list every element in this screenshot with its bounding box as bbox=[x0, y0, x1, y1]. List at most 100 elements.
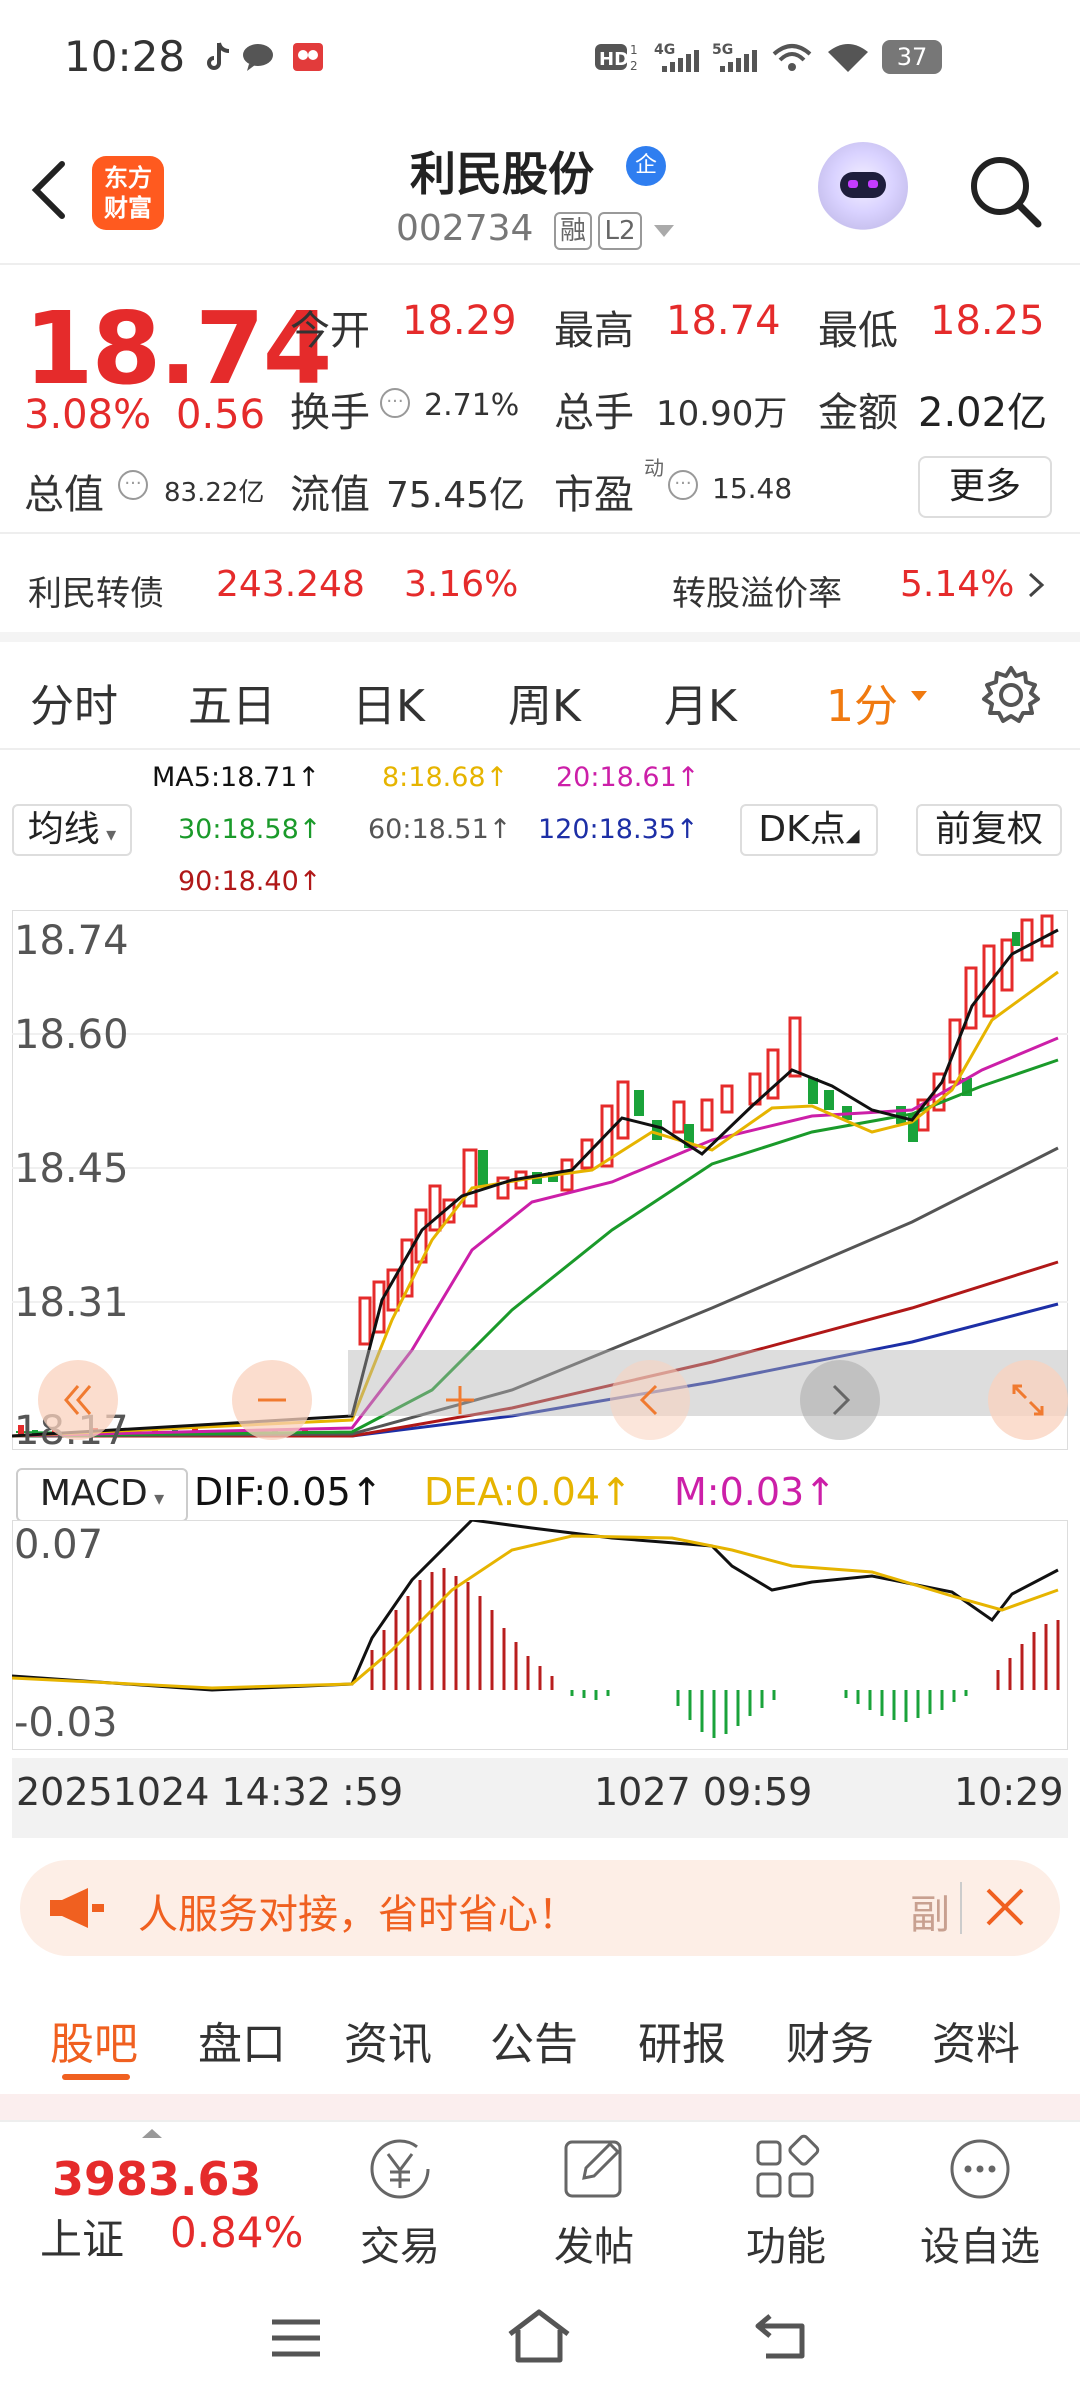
tab-research[interactable]: 研报 bbox=[638, 2008, 726, 2072]
status-bar: 10:28 HD 1 2 4G 5G 37 bbox=[0, 0, 1080, 120]
time-start-fragment: :59 bbox=[342, 1770, 404, 1814]
app-logo[interactable]: 东方 财富 bbox=[92, 156, 164, 230]
change-amount: 0.56 bbox=[176, 392, 266, 438]
price-axis-label: 18.45 bbox=[14, 1146, 129, 1192]
divider bbox=[0, 532, 1080, 534]
turnover-label: 换手 bbox=[290, 390, 370, 436]
info-icon[interactable]: ··· bbox=[118, 470, 148, 500]
market-cap-label: 总值 bbox=[24, 472, 104, 518]
yen-cycle-icon bbox=[370, 2139, 430, 2199]
svg-text:2: 2 bbox=[630, 59, 638, 73]
pe-superscript: 动 bbox=[644, 456, 664, 480]
kline-svg bbox=[11, 909, 1069, 1451]
signal-5g-icon: 5G bbox=[712, 40, 760, 74]
megaphone-icon bbox=[48, 1886, 108, 1934]
bond-price: 243.248 bbox=[216, 564, 365, 605]
promo-banner[interactable]: 人服务对接，省时省心！ 副 bbox=[20, 1860, 1060, 1956]
return-icon[interactable] bbox=[752, 2310, 812, 2368]
step-right-icon[interactable] bbox=[800, 1360, 880, 1440]
tab-profile[interactable]: 资料 bbox=[932, 2008, 1020, 2072]
zoom-in-icon[interactable] bbox=[420, 1360, 500, 1440]
tab-forum[interactable]: 股吧 bbox=[50, 2008, 138, 2072]
open-value: 18.29 bbox=[402, 298, 517, 344]
caret-down-icon bbox=[910, 688, 928, 707]
macd-dif: DIF:0.05↑ bbox=[194, 1470, 383, 1514]
home-icon[interactable] bbox=[504, 2306, 574, 2370]
dk-point-button[interactable]: DK点◢ bbox=[740, 804, 878, 856]
menu-icon[interactable] bbox=[268, 2314, 324, 2366]
tab-news[interactable]: 资讯 bbox=[344, 2008, 432, 2072]
amount-label: 金额 bbox=[818, 390, 898, 436]
premium-label: 转股溢价率 bbox=[672, 574, 842, 614]
close-icon[interactable] bbox=[982, 1884, 1028, 1934]
tab-daily-k[interactable]: 日K bbox=[352, 670, 425, 734]
post-button[interactable]: 发帖 bbox=[524, 2134, 664, 2272]
banner-divider bbox=[960, 1882, 962, 1934]
step-left-icon[interactable] bbox=[610, 1360, 690, 1440]
amount-value: 2.02亿 bbox=[918, 390, 1048, 436]
ma30-legend: 30:18.58↑ bbox=[178, 814, 322, 845]
pe-value: 15.48 bbox=[712, 472, 793, 505]
grid-icon bbox=[756, 2134, 820, 2198]
functions-button[interactable]: 功能 bbox=[716, 2134, 856, 2272]
more-dots-icon bbox=[950, 2139, 1010, 2199]
tab-finance[interactable]: 财务 bbox=[786, 2008, 874, 2072]
caret-up-icon bbox=[140, 2124, 164, 2143]
chevron-down-icon[interactable] bbox=[652, 222, 676, 244]
rewind-icon[interactable] bbox=[38, 1360, 118, 1440]
stock-header: 东方 财富 利民股份 企 002734 融 L2 bbox=[0, 120, 1080, 265]
tab-one-minute[interactable]: 1分 bbox=[826, 670, 898, 734]
content-tabs: 股吧 盘口 资讯 公告 研报 财务 资料 bbox=[0, 1980, 1080, 2090]
info-icon[interactable]: ··· bbox=[668, 470, 698, 500]
info-icon[interactable]: ··· bbox=[380, 388, 410, 418]
tab-order-book[interactable]: 盘口 bbox=[198, 2008, 286, 2072]
time-start: 20251024 14:32 bbox=[16, 1770, 332, 1814]
indicator-select[interactable]: 均线 ▾ bbox=[12, 804, 132, 856]
ma20-legend: 20:18.61↑ bbox=[556, 762, 700, 793]
price-axis-label: 18.31 bbox=[14, 1280, 129, 1326]
active-tab-indicator bbox=[62, 2074, 130, 2080]
more-button[interactable]: 更多 bbox=[918, 456, 1052, 518]
fullscreen-icon[interactable] bbox=[988, 1360, 1068, 1440]
search-icon[interactable] bbox=[966, 152, 1044, 230]
index-value[interactable]: 3983.63 bbox=[52, 2152, 262, 2206]
price-axis-label: 18.74 bbox=[14, 918, 129, 964]
wifi-icon bbox=[826, 40, 870, 74]
macd-svg bbox=[11, 1518, 1069, 1751]
float-cap-label: 流值 bbox=[290, 472, 370, 518]
macd-chart[interactable] bbox=[11, 1518, 1069, 1751]
macd-legend: MACD ▾ DIF:0.05↑ DEA:0.04↑ M:0.03↑ bbox=[12, 1460, 1068, 1528]
convertible-bond-row[interactable]: 利民转债 243.248 3.16% 转股溢价率 5.14% bbox=[0, 548, 1080, 632]
l2-tag: L2 bbox=[598, 212, 642, 250]
svg-text:5G: 5G bbox=[712, 42, 733, 58]
banner-tail: 副 bbox=[910, 1892, 950, 1938]
message-icon bbox=[240, 40, 276, 74]
macd-select[interactable]: MACD ▾ bbox=[16, 1468, 188, 1522]
feed-preview-strip bbox=[0, 2094, 1080, 2120]
tab-weekly-k[interactable]: 周K bbox=[508, 670, 581, 734]
volume-value: 10.90万 bbox=[656, 394, 788, 434]
trade-button[interactable]: 交易 bbox=[330, 2134, 470, 2272]
back-button[interactable] bbox=[24, 150, 84, 230]
adjust-select[interactable]: 前复权 bbox=[916, 804, 1062, 856]
float-cap-value: 75.45亿 bbox=[386, 475, 526, 516]
gear-icon[interactable] bbox=[980, 664, 1042, 730]
tab-monthly-k[interactable]: 月K bbox=[664, 670, 737, 734]
price-axis-label: 18.60 bbox=[14, 1012, 129, 1058]
add-watchlist-button[interactable]: 设自选 bbox=[910, 2134, 1050, 2272]
tiktok-icon bbox=[204, 40, 234, 74]
assistant-avatar[interactable] bbox=[818, 142, 908, 232]
svg-text:HD: HD bbox=[599, 49, 629, 70]
tab-intraday[interactable]: 分时 bbox=[30, 670, 118, 734]
system-nav-bar bbox=[0, 2270, 1080, 2400]
enterprise-badge: 企 bbox=[626, 146, 666, 186]
tab-five-day[interactable]: 五日 bbox=[188, 670, 276, 734]
kline-chart[interactable] bbox=[11, 909, 1069, 1451]
zoom-out-icon[interactable] bbox=[232, 1360, 312, 1440]
ma5-legend: MA5:18.71↑ bbox=[152, 762, 320, 793]
pe-label: 市盈 bbox=[554, 472, 634, 518]
signal-4g-icon: 4G bbox=[654, 40, 702, 74]
tab-announcements[interactable]: 公告 bbox=[490, 2008, 578, 2072]
bond-percent: 3.16% bbox=[404, 564, 519, 605]
market-cap-value: 83.22亿 bbox=[164, 478, 265, 508]
